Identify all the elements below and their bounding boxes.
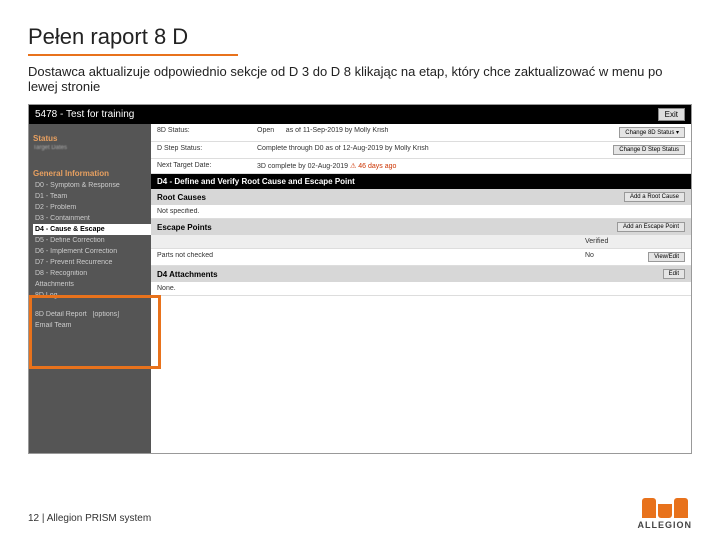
sidebar-report-label: 8D Detail Report bbox=[35, 311, 87, 318]
sidebar-options-label[interactable]: [options] bbox=[93, 311, 119, 318]
edit-attachments-button[interactable]: Edit bbox=[663, 269, 685, 279]
dstep-status-value: Complete through D0 as of 12-Aug-2019 by… bbox=[257, 145, 613, 155]
root-cause-value: Not specified. bbox=[157, 208, 685, 215]
d4-section-header: D4 - Define and Verify Root Cause and Es… bbox=[151, 174, 691, 189]
warning-text: ⚠ 46 days ago bbox=[350, 163, 396, 170]
d4-title: D4 - Define and Verify Root Cause and Es… bbox=[157, 177, 355, 186]
sidebar-item-d7[interactable]: D7 - Prevent Recurrence bbox=[33, 257, 151, 268]
allegion-logo: ALLEGION bbox=[638, 498, 693, 530]
dstep-status-label: D Step Status: bbox=[157, 145, 257, 155]
bd-status-value: Open bbox=[257, 127, 274, 134]
sidebar-item-d5[interactable]: D5 - Define Correction bbox=[33, 235, 151, 246]
page-description: Dostawca aktualizuje odpowiednio sekcje … bbox=[28, 64, 692, 94]
escape-row-verified: No bbox=[585, 252, 635, 262]
add-root-cause-button[interactable]: Add a Root Cause bbox=[624, 192, 685, 202]
d4-attachments-header: D4 Attachments Edit bbox=[151, 266, 691, 282]
sidebar-item-d1[interactable]: D1 - Team bbox=[33, 191, 151, 202]
sidebar-item-d0[interactable]: D0 - Symptom & Response bbox=[33, 180, 151, 191]
next-target-label: Next Target Date: bbox=[157, 162, 257, 170]
slide-footer: 12 | Allegion PRISM system bbox=[28, 513, 151, 524]
logo-text: ALLEGION bbox=[638, 520, 693, 530]
sidebar-item-log[interactable]: 8D Log bbox=[33, 290, 151, 301]
exit-button[interactable]: Exit bbox=[658, 108, 685, 121]
sidebar-item-attachments[interactable]: Attachments bbox=[33, 279, 151, 290]
sidebar-item-d8[interactable]: D8 - Recognition bbox=[33, 268, 151, 279]
next-target-value: 3D complete by 02-Aug-2019 bbox=[257, 163, 348, 170]
sidebar-item-email[interactable]: Email Team bbox=[33, 320, 151, 331]
add-escape-point-button[interactable]: Add an Escape Point bbox=[617, 222, 685, 232]
sidebar-item-report[interactable]: 8D Detail Report [options] bbox=[33, 309, 151, 320]
sidebar-general-heading: General Information bbox=[33, 169, 151, 178]
sidebar-item-d2[interactable]: D2 - Problem bbox=[33, 202, 151, 213]
root-causes-label: Root Causes bbox=[157, 193, 206, 202]
change-dstep-status-button[interactable]: Change D Step Status bbox=[613, 145, 685, 155]
escape-points-header: Escape Points Add an Escape Point bbox=[151, 219, 691, 235]
escape-points-label: Escape Points bbox=[157, 223, 212, 232]
sidebar-status-sub: Target Dates bbox=[33, 145, 151, 151]
change-bd-status-button[interactable]: Change 8D Status ▾ bbox=[619, 127, 685, 138]
root-causes-header: Root Causes Add a Root Cause bbox=[151, 189, 691, 205]
app-window: 5478 - Test for training Exit Status Tar… bbox=[28, 104, 692, 454]
page-title: Pełen raport 8 D bbox=[28, 24, 238, 56]
attachments-value: None. bbox=[157, 285, 685, 292]
bd-status-by: as of 11-Sep-2019 by Molly Krish bbox=[286, 127, 389, 134]
bd-status-label: 8D Status: bbox=[157, 127, 257, 138]
sidebar-item-d6[interactable]: D6 - Implement Correction bbox=[33, 246, 151, 257]
verified-header: Verified bbox=[585, 238, 635, 245]
sidebar-item-d3[interactable]: D3 - Containment bbox=[33, 213, 151, 224]
escape-col-blank bbox=[157, 238, 585, 245]
sidebar-item-d4[interactable]: D4 - Cause & Escape bbox=[33, 224, 151, 235]
view-edit-button[interactable]: View/Edit bbox=[648, 252, 685, 262]
sidebar: Status Target Dates General Information … bbox=[29, 124, 151, 454]
sidebar-status-heading: Status bbox=[33, 134, 151, 143]
escape-row-desc: Parts not checked bbox=[157, 252, 585, 262]
d4-attachments-label: D4 Attachments bbox=[157, 270, 218, 279]
main-panel: 8D Status: Open as of 11-Sep-2019 by Mol… bbox=[151, 124, 691, 454]
app-header: 5478 - Test for training Exit bbox=[29, 105, 691, 124]
window-title: 5478 - Test for training bbox=[35, 109, 134, 120]
logo-icon bbox=[638, 498, 693, 518]
